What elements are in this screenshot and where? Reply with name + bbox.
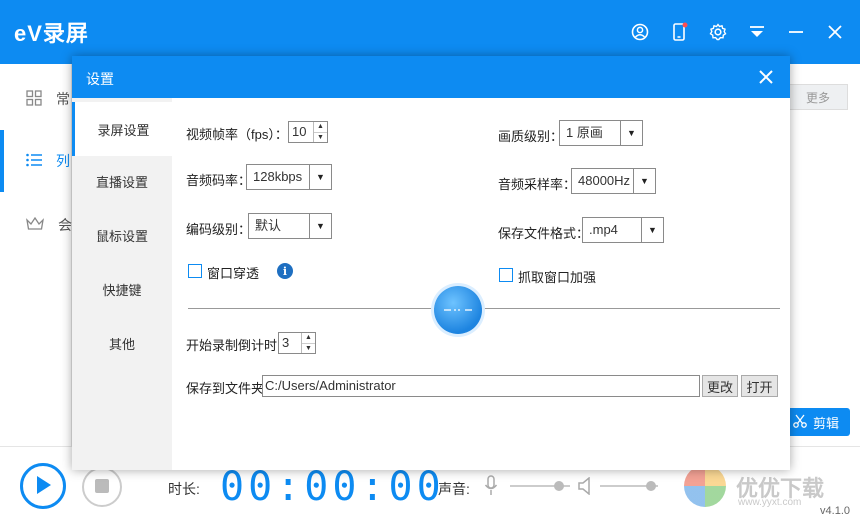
speaker-volume-slider[interactable] [600,481,658,491]
title-bar: eV录屏 [0,0,860,64]
chevron-down-icon: ▼ [309,214,331,238]
tab-mouse-settings[interactable]: 鼠标设置 [72,208,172,262]
capture-enhance-label: 抓取窗口加强 [518,270,597,285]
countdown-value: 3 [282,335,290,350]
window-through-checkbox[interactable] [188,264,202,278]
dropdown-icon[interactable] [745,20,769,44]
dialog-title: 设置 [86,71,114,87]
sidebar-item-common[interactable]: 常 [0,68,72,130]
speaker-icon[interactable] [578,476,594,498]
settings-nav: 录屏设置 直播设置 鼠标设置 快捷键 其他 [72,98,172,470]
audio-bitrate-label: 音频码率： [186,173,252,188]
slider-knob[interactable] [646,481,656,491]
format-select[interactable]: .mp4 ▼ [582,217,664,243]
window-through-label: 窗口穿透 [207,266,260,281]
sample-rate-label: 音频采样率： [498,177,577,192]
grid-icon [26,89,42,109]
countdown-stepper[interactable]: 3 ▲ ▼ [278,332,316,354]
fps-stepper[interactable]: 10 ▲ ▼ [288,121,328,143]
sidebar-item-label: 会 [58,217,72,233]
sample-rate-value: 48000Hz [578,173,631,188]
quality-label: 画质级别： [498,129,564,144]
encode-label: 编码级别： [186,222,252,237]
slider-knob[interactable] [554,481,564,491]
sample-rate-select[interactable]: 48000Hz ▼ [571,168,656,194]
audio-bitrate-value: 128kbps [253,169,303,184]
quality-value: 1 原画 [566,125,603,140]
fps-value: 10 [292,124,307,139]
sidebar-item-list[interactable]: 列 [0,130,72,192]
chevron-down-icon: ▼ [641,218,663,242]
record-play-button[interactable] [20,463,66,509]
watermark-url: www.yyxt.com [738,497,802,508]
sidebar-item-label: 列 [56,153,70,169]
dialog-header: 设置 [72,56,790,98]
spin-down-icon[interactable]: ▼ [314,131,327,143]
app-logo: eV录屏 [14,21,89,46]
settings-dialog: 设置 录屏设置 直播设置 鼠标设置 快捷键 其他 视频帧率（fps）： 10 ▲… [72,56,790,470]
phone-icon[interactable] [667,20,691,44]
spin-up-icon[interactable]: ▲ [314,122,327,132]
open-folder-button[interactable]: 打开 [741,375,778,397]
duration-label: 时长: [168,481,200,497]
tab-hotkeys[interactable]: 快捷键 [72,262,172,316]
quality-select[interactable]: 1 原画 ▼ [559,120,643,146]
tab-other[interactable]: 其他 [72,316,172,370]
cut-label: 剪辑 [812,415,839,431]
ev-logo-icon [434,286,482,334]
encode-value: 默认 [255,218,282,233]
sidebar-item-member[interactable]: 会 [0,194,72,256]
info-icon[interactable]: i [277,263,293,279]
cut-button[interactable]: 剪辑 [782,408,850,436]
volume-label: 声音: [438,481,470,497]
chevron-down-icon: ▼ [620,121,642,145]
more-button[interactable]: 更多 [788,84,848,110]
microphone-volume-slider[interactable] [510,481,570,491]
close-icon[interactable] [823,20,847,44]
sidebar-item-label: 常 [56,91,70,107]
format-value: .mp4 [589,222,618,237]
play-icon [34,475,52,498]
spin-up-icon[interactable]: ▲ [302,333,315,343]
watermark-logo [684,465,726,507]
capture-enhance-checkbox[interactable] [499,268,513,282]
tab-live-settings[interactable]: 直播设置 [72,154,172,208]
stop-icon [95,478,109,496]
main-sidebar: 常 列 会 [0,64,72,446]
microphone-icon[interactable] [484,475,498,500]
spin-down-icon[interactable]: ▼ [302,342,315,354]
stop-button[interactable] [82,467,122,507]
fps-label: 视频帧率（fps）： [186,127,288,142]
chevron-down-icon: ▼ [633,169,655,193]
crown-icon [26,216,44,234]
encode-select[interactable]: 默认 ▼ [248,213,332,239]
change-folder-button[interactable]: 更改 [702,375,738,397]
user-icon[interactable] [628,20,652,44]
minimize-icon[interactable] [784,20,808,44]
countdown-label: 开始录制倒计时： [186,338,291,353]
version-label: v4.1.0 [820,505,850,517]
gear-icon[interactable] [706,20,730,44]
chevron-down-icon: ▼ [309,165,331,189]
save-folder-input[interactable]: C:/Users/Administrator [262,375,700,397]
tab-record-settings[interactable]: 录屏设置 [72,102,172,156]
section-divider [188,308,780,309]
format-label: 保存文件格式： [498,226,590,241]
duration-timer: 00:00:00 [220,464,445,510]
scissors-icon [793,414,807,431]
dialog-close-icon[interactable] [756,67,776,87]
list-icon [26,153,42,170]
audio-bitrate-select[interactable]: 128kbps ▼ [246,164,332,190]
